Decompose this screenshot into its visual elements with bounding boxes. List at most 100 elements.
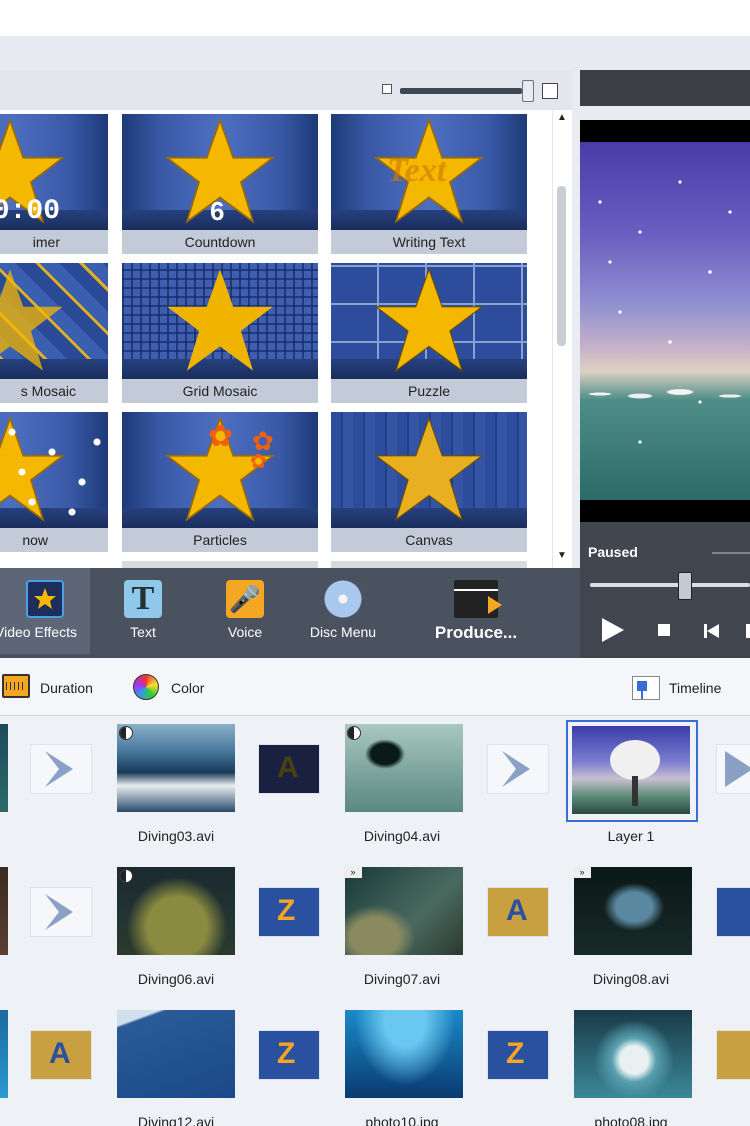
effect-label: Particles bbox=[122, 528, 318, 552]
effect-label: s Mosaic bbox=[0, 379, 108, 403]
fast-forward-badge-icon: » bbox=[344, 866, 362, 878]
storyboard-clip[interactable] bbox=[113, 1006, 243, 1106]
timeline-icon bbox=[632, 676, 660, 700]
video-effects-button[interactable]: Video Effects bbox=[0, 568, 90, 654]
effect-label: Canvas bbox=[331, 528, 527, 552]
scroll-up-arrow-icon[interactable]: ▲ bbox=[552, 112, 572, 126]
star-icon bbox=[374, 416, 484, 522]
storyboard-clip-partial[interactable] bbox=[0, 1006, 16, 1106]
voice-label: Voice bbox=[227, 624, 263, 640]
voice-button[interactable]: 🎤 Voice bbox=[204, 568, 286, 654]
transition-arrow[interactable] bbox=[30, 744, 92, 794]
clip-label: Diving04.avi bbox=[363, 828, 441, 844]
storyboard-clip[interactable] bbox=[113, 720, 243, 820]
storyboard-clip-partial[interactable] bbox=[0, 720, 16, 820]
disc-icon bbox=[324, 580, 362, 618]
storyboard-clip[interactable]: » bbox=[341, 863, 471, 963]
transition-letter-a[interactable]: A bbox=[30, 1030, 92, 1080]
storyboard-clip[interactable] bbox=[341, 720, 471, 820]
disc-menu-button[interactable]: Disc Menu bbox=[300, 568, 386, 654]
timeline-button[interactable]: Timeline bbox=[669, 680, 721, 696]
status-divider bbox=[712, 552, 750, 554]
duration-button[interactable]: Duration bbox=[40, 680, 93, 696]
next-icon[interactable] bbox=[746, 624, 750, 638]
effect-label: now bbox=[0, 528, 108, 552]
storyboard-clip[interactable] bbox=[570, 1006, 700, 1106]
text-button[interactable]: T Text bbox=[102, 568, 184, 654]
effect-tile-grid-mosaic[interactable]: Grid Mosaic bbox=[122, 263, 318, 403]
color-wheel-icon bbox=[133, 674, 159, 700]
transition-partial[interactable] bbox=[716, 887, 750, 937]
clip-label: Diving06.avi bbox=[137, 971, 215, 987]
effects-scrollbar-thumb[interactable] bbox=[557, 186, 566, 346]
effect-thumbnail bbox=[122, 263, 318, 379]
playback-controls-area bbox=[580, 568, 750, 658]
color-button[interactable]: Color bbox=[171, 680, 204, 696]
playback-scrubber-handle[interactable] bbox=[678, 572, 692, 600]
playback-scrubber[interactable] bbox=[590, 583, 750, 587]
effect-tile-countdown[interactable]: 6 Countdown bbox=[122, 114, 318, 254]
skip-back-arrow bbox=[707, 624, 719, 638]
storyboard-clip[interactable]: » bbox=[570, 863, 700, 963]
effect-thumbnail bbox=[331, 263, 527, 379]
title-bar bbox=[0, 0, 750, 36]
thumbnail-size-slider-handle[interactable] bbox=[522, 80, 534, 102]
effect-thumbnail: 6 bbox=[122, 114, 318, 230]
storyboard-clip-selected[interactable] bbox=[566, 720, 698, 822]
star-icon bbox=[374, 267, 484, 373]
transition-letter-z[interactable]: Z bbox=[258, 887, 320, 937]
effect-tile-snow[interactable]: now bbox=[0, 412, 108, 552]
transition-arrow[interactable] bbox=[30, 887, 92, 937]
storyboard-clip[interactable] bbox=[113, 863, 243, 963]
effect-label: Countdown bbox=[122, 230, 318, 254]
effect-tile-mosaic[interactable]: s Mosaic bbox=[0, 263, 108, 403]
effect-tile-puzzle[interactable]: Puzzle bbox=[331, 263, 527, 403]
clip-label: Diving12.avi bbox=[137, 1114, 215, 1126]
transition-letter-a[interactable]: A bbox=[258, 744, 320, 794]
storyboard-clip-partial[interactable] bbox=[0, 863, 16, 963]
clip-label: Diving07.avi bbox=[363, 971, 441, 987]
effect-thumbnail bbox=[331, 412, 527, 528]
storyboard-clip[interactable] bbox=[341, 1006, 471, 1106]
clapperboard-arrow-icon bbox=[454, 580, 502, 618]
text-t-icon: T bbox=[124, 580, 162, 618]
transition-letter-z[interactable]: Z bbox=[258, 1030, 320, 1080]
thumbnail-size-slider[interactable] bbox=[400, 88, 522, 94]
playback-status: Paused bbox=[588, 544, 638, 560]
effect-tile-canvas[interactable]: Canvas bbox=[331, 412, 527, 552]
effect-thumbnail bbox=[0, 263, 108, 379]
transition-letter-z[interactable]: Z bbox=[487, 1030, 549, 1080]
clip-label: Layer 1 bbox=[607, 828, 655, 844]
clip-label: Diving03.avi bbox=[137, 828, 215, 844]
small-thumbnails-icon[interactable] bbox=[382, 84, 392, 94]
effect-overlay-text: 6 bbox=[210, 196, 225, 226]
disc-menu-label: Disc Menu bbox=[309, 624, 377, 640]
transition-letter-a[interactable]: A bbox=[487, 887, 549, 937]
film-star-icon bbox=[26, 580, 64, 618]
effect-overlay-text: Text bbox=[387, 152, 447, 189]
preview-header bbox=[580, 70, 750, 106]
large-thumbnails-icon[interactable] bbox=[542, 83, 558, 99]
clip-label: Diving08.avi bbox=[592, 971, 670, 987]
effect-label: Puzzle bbox=[331, 379, 527, 403]
effect-tile-particles[interactable]: ✿ ✿ ✿ Particles bbox=[122, 412, 318, 552]
effect-thumbnail: Text bbox=[331, 114, 527, 230]
transition-partial[interactable] bbox=[716, 1030, 750, 1080]
effect-label: imer bbox=[0, 230, 108, 254]
stop-icon[interactable] bbox=[658, 624, 670, 636]
effects-grid: 00:00 imer 6 Countdown Text Writing Text… bbox=[0, 110, 550, 568]
transition-arrow[interactable] bbox=[716, 744, 750, 794]
star-icon bbox=[0, 269, 63, 371]
transition-arrow[interactable] bbox=[487, 744, 549, 794]
scroll-down-arrow-icon[interactable]: ▼ bbox=[552, 550, 572, 564]
effect-tile-timer[interactable]: 00:00 imer bbox=[0, 114, 108, 254]
effect-tile-writing-text[interactable]: Text Writing Text bbox=[331, 114, 527, 254]
effect-thumbnail bbox=[0, 412, 108, 528]
effect-thumbnail: 00:00 bbox=[0, 114, 108, 230]
storyboard: Diving03.avi A Diving04.avi Layer 1 Divi… bbox=[0, 716, 750, 1126]
play-icon[interactable] bbox=[602, 618, 624, 642]
microphone-icon: 🎤 bbox=[226, 580, 264, 618]
produce-label: Produce... bbox=[434, 623, 518, 642]
produce-button[interactable]: Produce... bbox=[420, 568, 532, 654]
preview-video[interactable] bbox=[580, 142, 750, 500]
